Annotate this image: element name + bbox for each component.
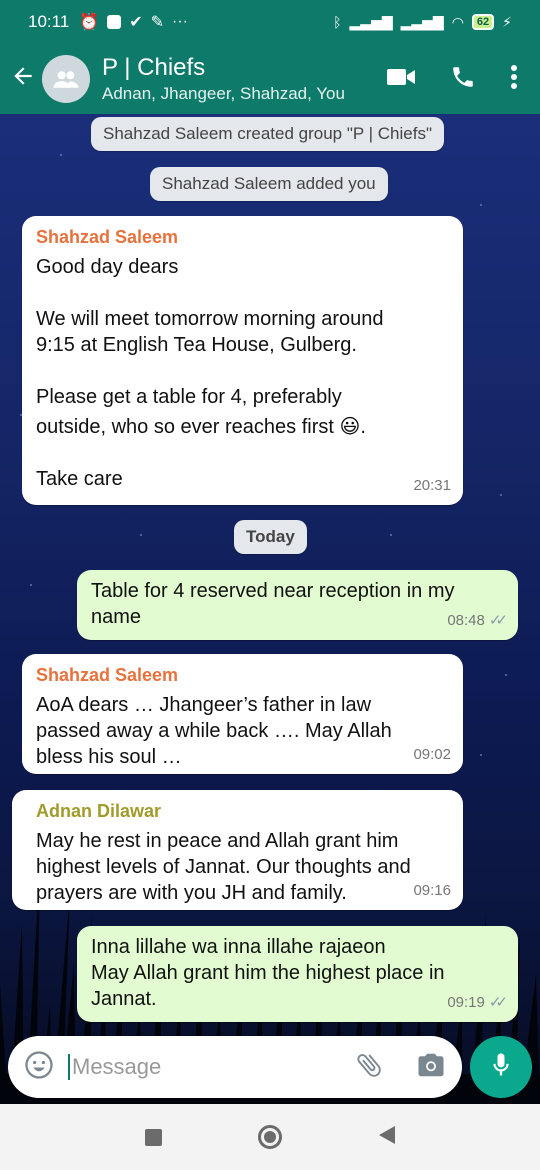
message-input[interactable]: Message bbox=[68, 1054, 161, 1080]
message-line: Inna lillahe wa inna illahe rajaeon bbox=[91, 936, 386, 958]
chat-participants: Adnan, Jhangeer, Shahzad, You bbox=[102, 84, 345, 103]
charging-icon: ⚡ bbox=[502, 13, 512, 30]
system-message: Shahzad Saleem added you bbox=[150, 167, 388, 201]
background-star bbox=[500, 494, 502, 496]
background-star bbox=[480, 204, 482, 206]
message-bubble-incoming[interactable]: Shahzad Saleem AoA dears … Jhangeer’s fa… bbox=[22, 654, 463, 774]
camera-icon[interactable] bbox=[416, 1050, 446, 1085]
background-star bbox=[30, 584, 32, 586]
message-time: 09:16 bbox=[413, 882, 451, 899]
message-line: bless his soul … bbox=[36, 746, 182, 768]
emoji-icon[interactable] bbox=[24, 1050, 54, 1085]
wifi-icon: ◠ bbox=[451, 13, 464, 30]
message-line: We will meet tomorrow morning around bbox=[36, 308, 384, 330]
message-line: Take care bbox=[36, 468, 123, 490]
bluetooth-icon: ᛒ bbox=[333, 14, 342, 30]
back-nav-icon[interactable] bbox=[378, 1125, 396, 1150]
status-bar: 10:11 ⏰ ✔ ✎ ··· ᛒ ▂▃▅▇ ▂▃▅▇ ◠ 62 ⚡ bbox=[0, 0, 540, 44]
system-message: Shahzad Saleem created group "P | Chiefs… bbox=[91, 117, 444, 151]
recents-icon[interactable] bbox=[144, 1128, 162, 1146]
message-time: 20:31 bbox=[413, 477, 451, 494]
mic-button[interactable] bbox=[470, 1036, 532, 1098]
message-bubble-incoming[interactable]: Adnan Dilawar May he rest in peace and A… bbox=[12, 790, 463, 910]
app-notification-icon bbox=[107, 15, 122, 29]
read-receipt-icon: ✓✓ bbox=[488, 994, 508, 1011]
message-line: Please get a table for 4, preferably bbox=[36, 386, 342, 408]
tools-icon: ✎ bbox=[150, 14, 165, 31]
message-time: 08:48 bbox=[447, 612, 485, 629]
message-line: highest levels of Jannat. Our thoughts a… bbox=[36, 856, 411, 878]
message-line: Good day dears bbox=[36, 256, 179, 278]
attach-icon[interactable] bbox=[354, 1050, 384, 1085]
battery-icon: 62 bbox=[471, 14, 495, 30]
read-receipt-icon: ✓✓ bbox=[488, 612, 508, 629]
chat-title-block[interactable]: P | Chiefs Adnan, Jhangeer, Shahzad, You bbox=[102, 54, 345, 104]
background-star bbox=[140, 534, 142, 536]
status-time: 10:11 bbox=[28, 12, 70, 31]
message-line: outside, who so ever reaches first 😃. bbox=[36, 416, 366, 438]
chat-header: P | Chiefs Adnan, Jhangeer, Shahzad, You bbox=[0, 44, 540, 114]
voice-call-icon[interactable] bbox=[450, 64, 476, 95]
message-line bbox=[36, 358, 449, 384]
message-line bbox=[36, 440, 449, 466]
check-icon: ✔ bbox=[129, 14, 143, 31]
message-line: Table for 4 reserved near reception in m… bbox=[91, 580, 455, 602]
message-composer[interactable]: Message bbox=[8, 1036, 462, 1098]
message-line: prayers are with you JH and family. bbox=[36, 882, 347, 904]
message-line: passed away a while back …. May Allah bbox=[36, 720, 392, 742]
video-call-icon[interactable] bbox=[386, 66, 416, 93]
alarm-icon: ⏰ bbox=[79, 14, 100, 31]
mic-icon bbox=[487, 1051, 515, 1084]
message-line: May he rest in peace and Allah grant him bbox=[36, 830, 399, 852]
background-star bbox=[390, 534, 392, 536]
background-star bbox=[60, 154, 62, 156]
background-star bbox=[505, 674, 507, 676]
message-bubble-outgoing[interactable]: Table for 4 reserved near reception in m… bbox=[77, 570, 518, 640]
message-line: 9:15 at English Tea House, Gulberg. bbox=[36, 334, 357, 356]
more-vert-icon[interactable] bbox=[510, 64, 518, 95]
date-divider: Today bbox=[234, 520, 307, 554]
message-sender: Shahzad Saleem bbox=[36, 227, 179, 247]
background-star bbox=[480, 754, 482, 756]
system-nav-bar bbox=[0, 1104, 540, 1170]
message-bubble-outgoing[interactable]: Inna lillahe wa inna illahe rajaeon May … bbox=[77, 926, 518, 1022]
message-time: 09:19 bbox=[447, 994, 485, 1011]
home-icon[interactable] bbox=[257, 1125, 282, 1149]
message-line: AoA dears … Jhangeer’s father in law bbox=[36, 694, 372, 716]
message-line: May Allah grant him the highest place in bbox=[91, 962, 445, 984]
signal-icon-2: ▂▃▅▇ bbox=[400, 13, 444, 30]
more-notifications-icon: ··· bbox=[172, 13, 188, 30]
message-sender: Shahzad Saleem bbox=[36, 665, 179, 685]
message-bubble-incoming[interactable]: Shahzad Saleem Good day dears We will me… bbox=[22, 216, 463, 505]
message-time: 09:02 bbox=[413, 746, 451, 763]
signal-icon: ▂▃▅▇ bbox=[349, 13, 393, 30]
chat-title: P | Chiefs bbox=[102, 54, 206, 81]
message-line: Jannat. bbox=[91, 988, 157, 1010]
message-line bbox=[36, 280, 449, 306]
message-sender: Adnan Dilawar bbox=[36, 801, 162, 821]
group-avatar-icon[interactable] bbox=[42, 55, 90, 103]
back-arrow-icon[interactable] bbox=[4, 63, 42, 95]
message-line: name bbox=[91, 606, 142, 628]
